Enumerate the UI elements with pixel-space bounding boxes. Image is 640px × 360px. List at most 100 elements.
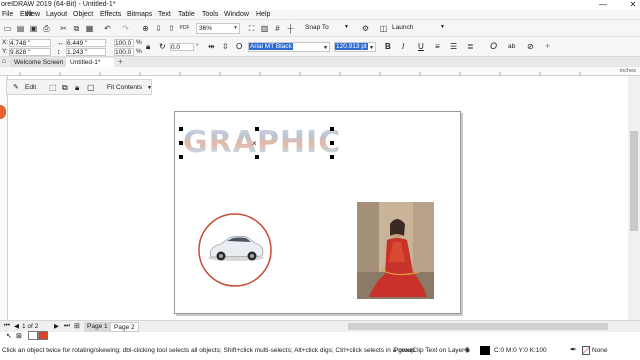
menu-text[interactable]: Text [158, 11, 171, 18]
menu-tools[interactable]: Tools [202, 11, 218, 18]
height-field[interactable]: 1.243 " [66, 48, 106, 56]
text-abl-button[interactable]: ab [508, 43, 515, 50]
grid-icon[interactable]: # [272, 23, 283, 34]
menu-window[interactable]: Window [224, 11, 249, 18]
rotation-angle-field[interactable]: 0.0 [170, 43, 194, 51]
align-icon[interactable]: ≡ [435, 42, 440, 51]
circle-slash-icon[interactable]: ⊘ [527, 42, 534, 51]
home-icon[interactable]: ⌂ [2, 58, 6, 65]
fill-none-icon[interactable]: ⊠ [16, 332, 22, 340]
car-circle-image[interactable] [197, 212, 273, 288]
select-tool-icon[interactable]: ↖ [6, 332, 12, 340]
width-icon: ↔ [57, 40, 64, 47]
open-folder-icon[interactable]: ▤ [15, 23, 26, 34]
selection-handle[interactable] [179, 141, 183, 145]
ruler-ticks [19, 72, 581, 76]
graphic-text-object[interactable]: GRAPHIC [181, 125, 340, 160]
vertical-scroll-thumb[interactable] [630, 131, 638, 231]
mirror-horizontal-icon[interactable]: ⇹ [208, 42, 215, 51]
rulers-icon[interactable]: ▥ [259, 23, 270, 34]
woman-photo-image[interactable] [357, 202, 434, 299]
fit-contents-dropdown[interactable]: Fit Contents [107, 84, 142, 91]
minimize-button[interactable]: — [596, 0, 610, 10]
options-gear-icon[interactable]: ⚙ [360, 23, 371, 34]
next-page-icon[interactable]: ▶ [54, 322, 59, 330]
font-size-dropdown[interactable]: 120.913 pt ▼ [334, 42, 376, 52]
plus-icon[interactable]: + [545, 41, 550, 51]
menu-bitmaps[interactable]: Bitmaps [127, 11, 152, 18]
publish-pdf-icon[interactable]: PDF [179, 23, 190, 34]
selection-handle[interactable] [179, 155, 183, 159]
lock-ratio-icon[interactable]: 🔒︎ [146, 42, 150, 52]
italic-button[interactable]: I [402, 42, 404, 51]
search-content-icon[interactable]: ⊕ [140, 23, 151, 34]
selection-handle[interactable] [255, 155, 259, 159]
selection-handle[interactable] [255, 127, 259, 131]
menu-object[interactable]: Object [73, 11, 93, 18]
select-contents-icon[interactable]: ⬚ [49, 83, 57, 92]
fill-swatch[interactable] [28, 331, 38, 340]
selection-handle[interactable] [330, 127, 334, 131]
page-tab-1[interactable]: Page 1 [84, 322, 111, 332]
page-tab-2[interactable]: Page 2 [110, 322, 139, 332]
full-screen-icon[interactable]: ⛶ [246, 23, 257, 34]
frame-icon[interactable]: ▢ [87, 83, 95, 92]
mirror-vertical-icon[interactable]: ⇳ [222, 42, 229, 51]
close-button[interactable]: ✕ [626, 0, 640, 10]
save-icon[interactable]: ▣ [28, 23, 39, 34]
y-position-field[interactable]: 9.828 " [9, 48, 51, 56]
x-position-field[interactable]: 4.748 " [9, 39, 51, 47]
width-field[interactable]: 6.449 " [66, 39, 106, 47]
selection-handle[interactable] [179, 127, 183, 131]
add-page-icon[interactable]: ⊞ [74, 322, 80, 330]
horizontal-scrollbar[interactable] [348, 323, 608, 330]
new-document-icon[interactable]: ▭ [2, 23, 13, 34]
menu-file[interactable]: File [2, 11, 13, 18]
tab-untitled-1[interactable]: Untitled-1* [66, 58, 114, 67]
selection-handle[interactable] [330, 141, 334, 145]
font-name-value: Arial MT Black [249, 43, 293, 50]
outline-none-swatch [582, 346, 590, 355]
copy-icon[interactable]: ⧉ [71, 23, 82, 34]
prev-page-icon[interactable]: ◀ [14, 322, 19, 330]
menu-layout[interactable]: Layout [46, 11, 67, 18]
export-icon[interactable]: ⇧ [166, 23, 177, 34]
redo-icon[interactable]: ↷ [120, 23, 131, 34]
zoom-level-dropdown[interactable]: 36% ▼ [196, 23, 240, 34]
scale-height-field[interactable]: 100.0 [114, 48, 134, 56]
launch-dropdown[interactable]: Launch [392, 24, 413, 31]
standard-toolbar: ▭ ▤ ▣ ⎙ ✂ ⧉ ▦ ↶ ↷ ⊕ ⇩ ⇧ PDF 36% ▼ ⛶ ▥ # … [0, 20, 640, 37]
bold-button[interactable]: B [385, 42, 391, 51]
horizontal-ruler[interactable]: inches [0, 67, 640, 76]
add-tab-button[interactable]: + [118, 57, 123, 66]
print-icon[interactable]: ⎙ [41, 23, 52, 34]
edit-button[interactable]: Edit [25, 84, 36, 91]
menu-effects[interactable]: Effects [100, 11, 121, 18]
undo-icon[interactable]: ↶ [102, 23, 113, 34]
last-page-icon[interactable]: ⏭ [64, 322, 70, 330]
extract-contents-icon[interactable]: ⧉ [62, 83, 68, 93]
interactive-text-icon[interactable]: O [490, 41, 497, 51]
menu-view[interactable]: View [25, 11, 40, 18]
guidelines-icon[interactable]: ┼ [285, 23, 296, 34]
selection-handle[interactable] [330, 155, 334, 159]
font-list-dropdown[interactable]: Arial MT Black ▼ [248, 42, 330, 52]
lock-contents-icon[interactable]: 🔒︎ [75, 83, 79, 93]
underline-button[interactable]: U [418, 42, 424, 51]
bullet-list-icon[interactable]: ☰ [450, 42, 457, 51]
first-page-icon[interactable]: ⏮ [4, 322, 10, 330]
tab-welcome-screen[interactable]: Welcome Screen [10, 58, 68, 67]
document-page[interactable]: GRAPHIC × [174, 111, 461, 314]
scale-width-field[interactable]: 100.0 [114, 39, 134, 47]
snap-to-dropdown[interactable]: Snap To [305, 24, 329, 31]
status-hint: Click an object twice for rotating/skewi… [2, 347, 415, 354]
outline-swatch[interactable] [38, 331, 48, 340]
height-icon: ↕ [57, 49, 61, 56]
paste-icon[interactable]: ▦ [84, 23, 95, 34]
import-icon[interactable]: ⇩ [153, 23, 164, 34]
vertical-scrollbar[interactable] [628, 76, 640, 320]
text-properties-icon[interactable]: ≣ [467, 42, 474, 51]
menu-help[interactable]: Help [256, 11, 270, 18]
cut-icon[interactable]: ✂ [58, 23, 69, 34]
menu-table[interactable]: Table [178, 11, 195, 18]
